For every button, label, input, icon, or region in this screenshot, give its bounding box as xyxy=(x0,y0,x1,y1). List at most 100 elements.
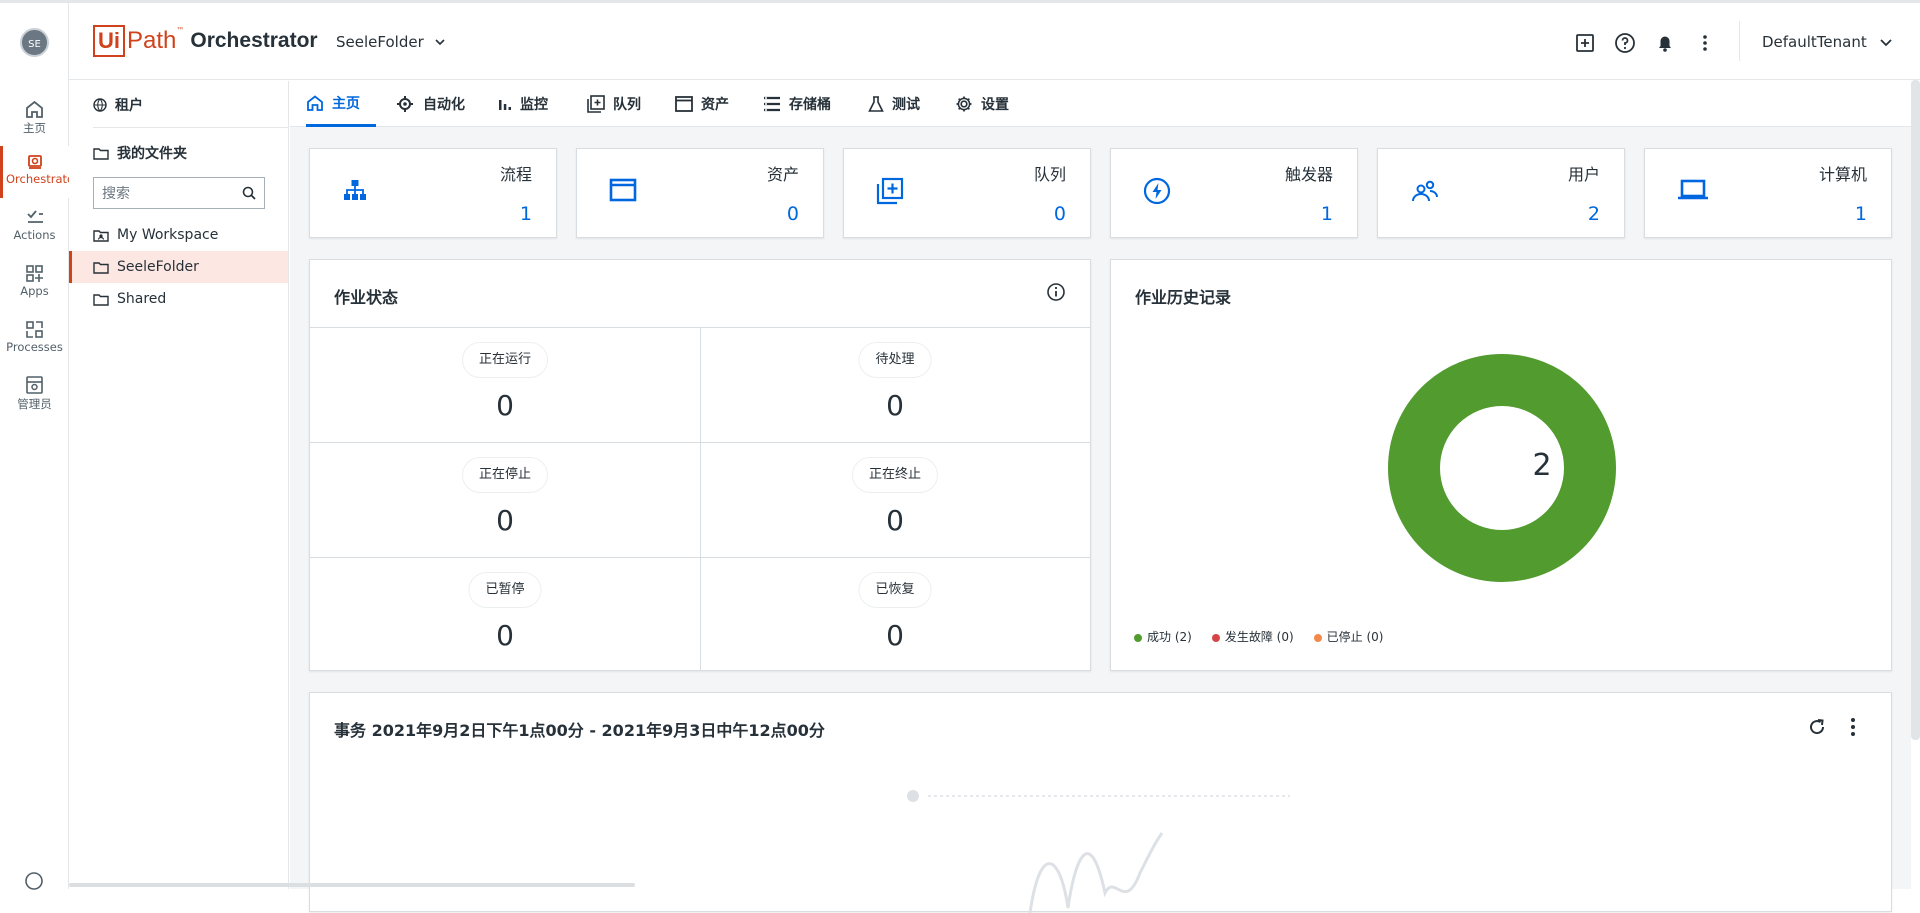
bell-icon[interactable] xyxy=(1653,31,1677,55)
tab-queues[interactable]: 队列 xyxy=(587,81,641,127)
folder-icon xyxy=(93,261,109,274)
tree-folder-seelefolder[interactable]: SeeleFolder xyxy=(69,251,288,283)
folder-search-input[interactable]: 搜索 xyxy=(93,177,265,209)
status-chip-stopping[interactable]: 正在停止 xyxy=(461,457,549,493)
transactions-title: 事务 2021年9月2日下午1点00分 - 2021年9月3日中午12点00分 xyxy=(334,721,825,740)
trigger-icon xyxy=(1143,177,1171,205)
more-vertical-icon[interactable] xyxy=(1843,715,1863,739)
tenant-selector[interactable]: DefaultTenant xyxy=(1762,33,1893,51)
rail-item-apps[interactable]: Apps xyxy=(0,258,69,310)
flask-icon xyxy=(868,96,884,112)
logo-product: Orchestrator xyxy=(190,29,318,52)
tab-monitoring[interactable]: 监控 xyxy=(498,81,548,127)
tab-testing[interactable]: 测试 xyxy=(868,81,920,127)
status-chip-pending[interactable]: 待处理 xyxy=(858,342,932,378)
help-icon[interactable] xyxy=(1613,31,1637,55)
status-value-stopping: 0 xyxy=(496,504,514,537)
status-chip-resumed[interactable]: 已恢复 xyxy=(858,572,932,608)
info-icon[interactable] xyxy=(1046,282,1066,302)
stat-card-users[interactable]: 用户 2 xyxy=(1377,148,1625,238)
legend-item-success[interactable]: 成功 (2) xyxy=(1134,628,1192,645)
rail-item-label: Actions xyxy=(13,228,56,242)
bar-chart-icon xyxy=(499,100,511,110)
folder-tree: 租户 我的文件夹 搜索 My Workspace SeeleFolder Sha… xyxy=(69,81,289,889)
tenant-label: DefaultTenant xyxy=(1762,33,1867,51)
job-status-card: 作业状态 正在运行 0 待处理 0 正在停止 0 正在终止 0 已暂停 0 已恢… xyxy=(309,259,1091,671)
uipath-logo[interactable]: Ui Path ™ Orchestrator xyxy=(93,24,318,58)
refresh-icon[interactable] xyxy=(1807,717,1827,737)
status-value-resumed: 0 xyxy=(886,619,904,652)
more-vertical-icon[interactable] xyxy=(1693,31,1717,55)
actions-icon xyxy=(27,210,43,223)
stat-card-processes[interactable]: 流程 1 xyxy=(309,148,557,238)
stat-card-computers[interactable]: 计算机 1 xyxy=(1644,148,1892,238)
gear-icon xyxy=(956,96,972,112)
grid-divider xyxy=(700,327,701,670)
tab-assets[interactable]: 资产 xyxy=(675,81,729,127)
stat-card-triggers[interactable]: 触发器 1 xyxy=(1110,148,1358,238)
globe-icon xyxy=(93,98,107,112)
stat-value: 2 xyxy=(1587,203,1600,225)
stat-title: 触发器 xyxy=(1284,165,1333,184)
status-chip-terminating[interactable]: 正在终止 xyxy=(851,457,939,493)
tree-folder-shared[interactable]: Shared xyxy=(69,283,288,315)
stat-title: 资产 xyxy=(766,165,799,184)
chart-legend: 成功 (2) 发生故障 (0) 已停止 (0) xyxy=(1134,628,1383,645)
tab-label: 监控 xyxy=(520,97,548,113)
rail-item-label: Processes xyxy=(6,340,63,354)
rail-item-admin[interactable]: 管理员 xyxy=(0,370,69,422)
computer-icon xyxy=(1678,179,1708,200)
transactions-card: 事务 2021年9月2日下午1点00分 - 2021年9月3日中午12点00分 xyxy=(309,692,1892,913)
status-chip-suspended[interactable]: 已暂停 xyxy=(468,572,542,608)
queue-icon xyxy=(587,95,605,113)
orchestrator-icon xyxy=(28,155,42,169)
rail-item-processes[interactable]: Processes xyxy=(0,314,69,366)
folder-icon xyxy=(93,293,109,306)
home-icon xyxy=(307,94,323,111)
tab-label: 存储桶 xyxy=(789,97,831,113)
folder-selector[interactable]: SeeleFolder xyxy=(336,33,446,51)
process-icon xyxy=(344,180,366,200)
stat-value: 1 xyxy=(519,203,532,225)
tree-folder-my-workspace[interactable]: My Workspace xyxy=(69,219,288,251)
avatar[interactable]: SE xyxy=(20,28,49,57)
tab-home[interactable]: 主页 xyxy=(306,81,376,127)
processes-icon xyxy=(26,321,43,338)
asset-icon xyxy=(609,178,637,202)
add-icon[interactable] xyxy=(1573,31,1597,55)
job-history-card: 作业历史记录 2 成功 (2) 发生故障 (0) 已停止 (0) xyxy=(1110,259,1892,671)
chevron-down-icon xyxy=(1880,38,1892,46)
apps-icon xyxy=(26,265,43,282)
legend-item-stopped[interactable]: 已停止 (0) xyxy=(1313,628,1384,645)
stat-title: 队列 xyxy=(1033,165,1066,184)
legend-item-faulted[interactable]: 发生故障 (0) xyxy=(1211,628,1294,645)
stat-card-queues[interactable]: 队列 0 xyxy=(843,148,1091,238)
rail-item-actions[interactable]: Actions xyxy=(0,202,69,254)
status-value-terminating: 0 xyxy=(886,504,904,537)
stat-card-assets[interactable]: 资产 0 xyxy=(576,148,824,238)
tab-settings[interactable]: 设置 xyxy=(955,81,1009,127)
left-rail: SE 主页 Orchestrator Actions Apps Processe… xyxy=(0,3,69,891)
rail-item-home[interactable]: 主页 xyxy=(0,94,69,146)
stat-value: 0 xyxy=(786,203,799,225)
stat-value: 1 xyxy=(1854,203,1867,225)
automation-gear-icon xyxy=(397,96,413,112)
logo-ui: Ui xyxy=(93,25,125,57)
status-value-running: 0 xyxy=(496,389,514,422)
vertical-scrollbar[interactable] xyxy=(1911,80,1920,740)
horizontal-scrollbar[interactable] xyxy=(69,883,635,887)
rail-item-orchestrator[interactable]: Orchestrator xyxy=(0,146,69,198)
tree-divider xyxy=(93,127,288,128)
tree-folder-label: Shared xyxy=(117,291,167,307)
status-chip-running[interactable]: 正在运行 xyxy=(461,342,549,378)
tab-storage-buckets[interactable]: 存储桶 xyxy=(763,81,831,127)
tree-tenant[interactable]: 租户 xyxy=(93,89,288,121)
status-value-pending: 0 xyxy=(886,389,904,422)
legend-label: 已停止 (0) xyxy=(1326,630,1384,644)
help-icon[interactable] xyxy=(24,871,44,891)
tab-label: 设置 xyxy=(981,97,1009,113)
tree-my-folders[interactable]: 我的文件夹 xyxy=(93,137,288,169)
legend-label: 成功 (2) xyxy=(1147,630,1192,644)
tree-folder-label: SeeleFolder xyxy=(117,259,199,275)
tab-automation[interactable]: 自动化 xyxy=(395,81,465,127)
